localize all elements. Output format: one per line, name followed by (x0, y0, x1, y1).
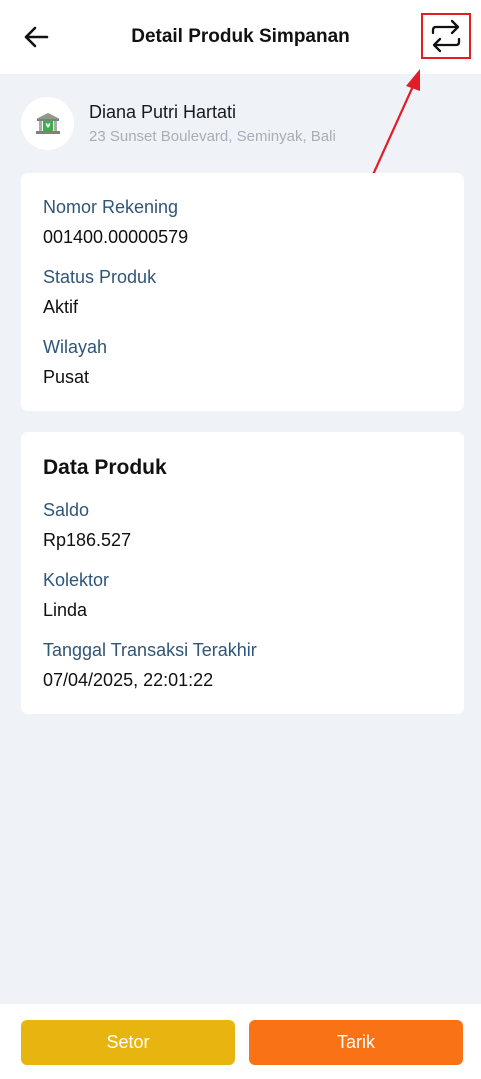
region-label: Wilayah (43, 337, 108, 357)
swap-arrows-icon (431, 19, 461, 53)
account-number-label: Nomor Rekening (43, 197, 179, 217)
product-data-title: Data Produk (43, 456, 167, 479)
page-title: Detail Produk Simpanan (131, 26, 350, 47)
app-header: Detail Produk Simpanan (0, 0, 481, 74)
setor-button[interactable]: Setor (21, 1020, 235, 1065)
balance-label: Saldo (43, 500, 90, 520)
customer-name: Diana Putri Hartati (89, 102, 237, 122)
tarik-button-label: Tarik (336, 1032, 375, 1052)
product-status-label: Status Produk (43, 267, 157, 287)
bank-building-icon (35, 112, 60, 134)
last-transaction-label: Tanggal Transaksi Terakhir (43, 640, 257, 660)
product-data-card: Data Produk Saldo Rp186.527 Kolektor Lin… (21, 432, 464, 714)
tarik-button[interactable]: Tarik (249, 1020, 463, 1065)
customer-address: 23 Sunset Boulevard, Seminyak, Bali (89, 128, 336, 145)
collector-label: Kolektor (43, 570, 110, 590)
collector-value: Linda (43, 600, 88, 620)
swap-button[interactable] (421, 13, 471, 59)
account-number-value: 001400.00000579 (43, 227, 189, 247)
last-transaction-value: 07/04/2025, 22:01:22 (43, 670, 214, 690)
avatar (21, 97, 74, 150)
account-info-card: Nomor Rekening 001400.00000579 Status Pr… (21, 173, 464, 411)
balance-value: Rp186.527 (43, 530, 132, 550)
bottom-action-bar: Setor Tarik (0, 1004, 481, 1079)
region-value: Pusat (43, 367, 90, 387)
setor-button-label: Setor (106, 1032, 150, 1052)
product-status-value: Aktif (43, 297, 79, 317)
profile-header: Diana Putri Hartati 23 Sunset Boulevard,… (21, 97, 461, 153)
